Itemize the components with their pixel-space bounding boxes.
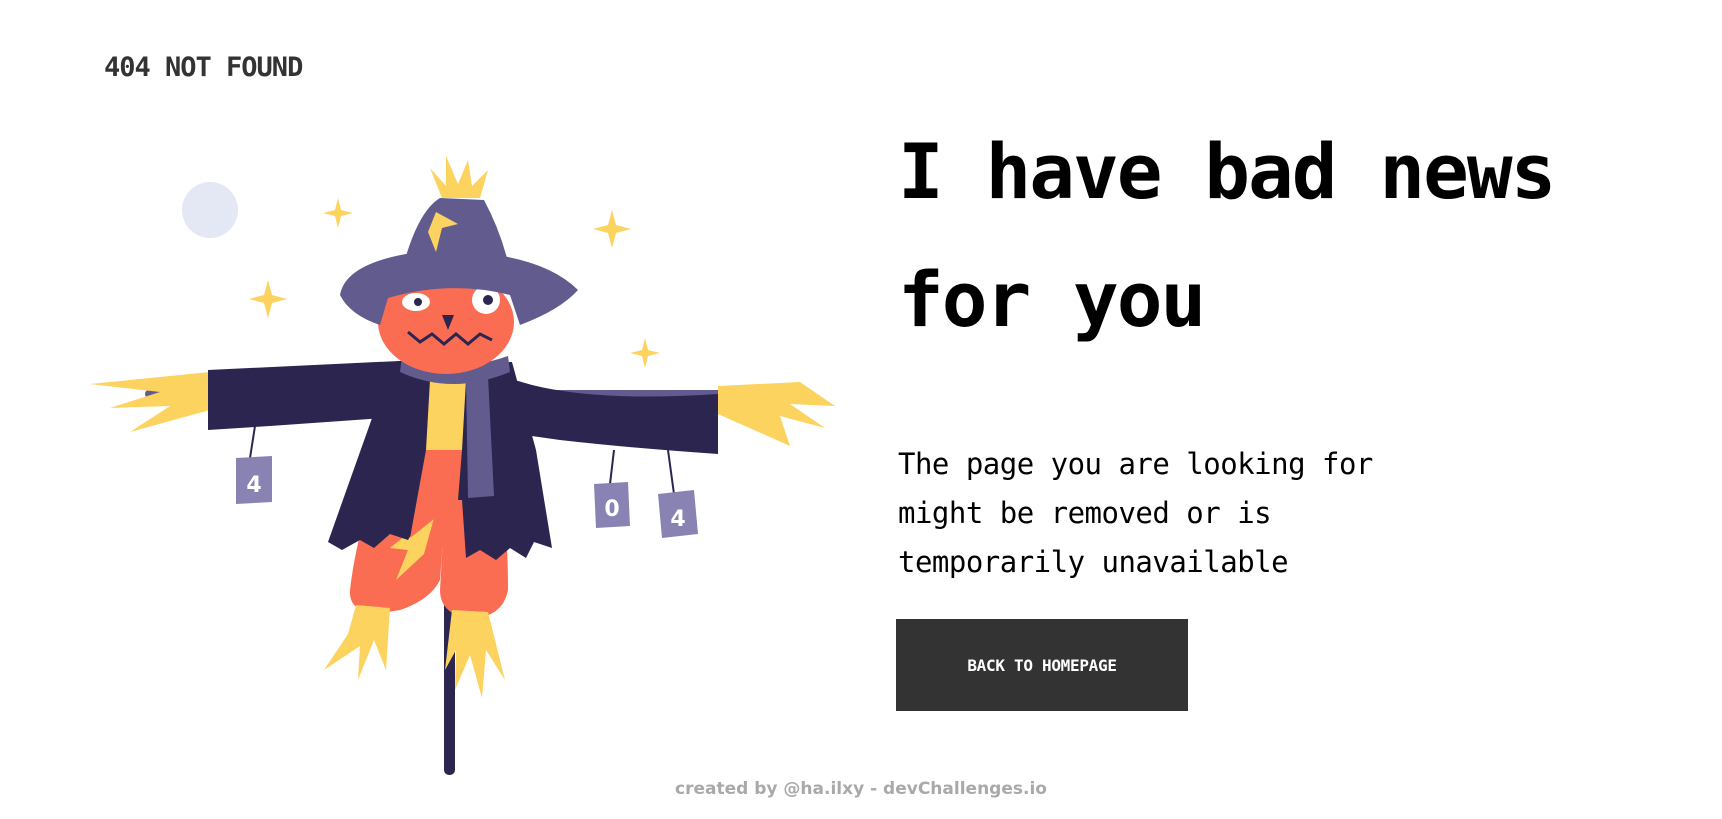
can-label: 0 bbox=[604, 497, 619, 522]
can-label: 4 bbox=[670, 507, 685, 532]
sparkle-icon bbox=[249, 280, 287, 318]
sparkle-icon bbox=[323, 198, 353, 228]
left-straw-hand bbox=[90, 372, 210, 432]
scarecrow-illustration: 4 0 4 bbox=[90, 156, 835, 775]
sparkle-icon bbox=[593, 210, 631, 248]
hat-crown bbox=[406, 198, 508, 262]
can-4-right: 4 bbox=[658, 490, 698, 538]
error-message: The page you are looking for might be re… bbox=[898, 447, 1373, 579]
page-headline: I have bad news for you bbox=[898, 127, 1556, 344]
left-straw-foot bbox=[324, 605, 390, 680]
sparkle-icon bbox=[630, 338, 660, 368]
back-to-homepage-button[interactable]: BACK TO HOMEPAGE bbox=[896, 619, 1188, 711]
hat-straw-tuft bbox=[430, 156, 488, 198]
can-4-left: 4 bbox=[236, 456, 272, 504]
footer-credit[interactable]: created by @ha.ilxy - devChallenges.io bbox=[0, 779, 1722, 799]
brand-logo-text[interactable]: 404 NOT FOUND bbox=[104, 52, 303, 83]
right-straw-hand bbox=[718, 382, 835, 446]
can-label: 4 bbox=[246, 473, 261, 498]
shirt bbox=[426, 380, 466, 450]
moon-icon bbox=[182, 182, 238, 238]
can-0: 0 bbox=[594, 482, 630, 528]
